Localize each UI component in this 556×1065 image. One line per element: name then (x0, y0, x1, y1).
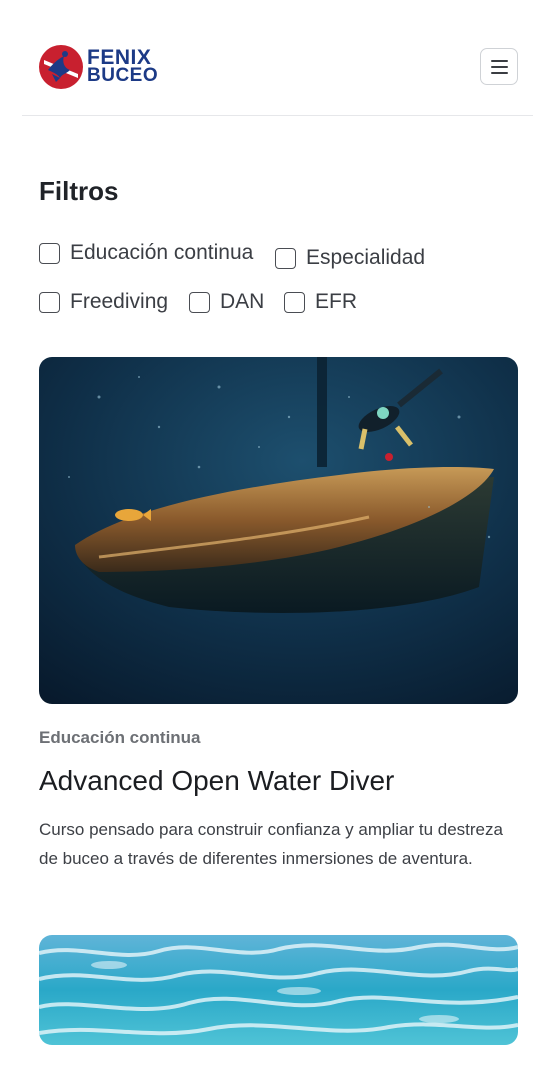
checkbox[interactable] (275, 247, 296, 269)
filter-label: Especialidad (306, 246, 426, 269)
hamburger-icon (490, 59, 508, 62)
site-header: FENIX BUCEO (0, 0, 556, 116)
filter-dan[interactable]: DAN (189, 290, 264, 314)
filter-especialidad[interactable]: Especialidad (275, 246, 425, 270)
filter-educacion-continua[interactable]: Educación continua (39, 241, 253, 265)
brand-line-2: BUCEO (87, 65, 159, 86)
checkbox[interactable] (284, 291, 305, 313)
course-title[interactable]: Advanced Open Water Diver (39, 765, 394, 797)
filter-label: Freediving (70, 290, 169, 313)
brand-wordmark: FENIX BUCEO (87, 47, 159, 86)
filter-label: DAN (220, 290, 265, 313)
course-category: Educación continua (39, 728, 201, 747)
menu-toggle-button[interactable] (480, 48, 518, 85)
course-image-ocean[interactable] (39, 935, 518, 1045)
checkbox[interactable] (39, 291, 60, 313)
filter-label: Educación continua (70, 241, 254, 264)
header-divider (22, 115, 533, 116)
course-description: Curso pensado para construir confianza y… (39, 820, 503, 868)
checkbox[interactable] (189, 291, 210, 313)
checkbox[interactable] (39, 242, 60, 264)
filters-title: Filtros (39, 176, 119, 206)
shipwreck-diver-photo (39, 357, 518, 704)
course-image-shipwreck[interactable] (39, 357, 518, 704)
ocean-surface-photo (39, 935, 518, 1045)
brand-logo[interactable]: FENIX BUCEO (38, 44, 158, 90)
filter-freediving[interactable]: Freediving (39, 290, 168, 314)
filter-efr[interactable]: EFR (284, 290, 357, 314)
filter-label: EFR (315, 290, 357, 313)
diver-logo-icon (39, 45, 83, 89)
